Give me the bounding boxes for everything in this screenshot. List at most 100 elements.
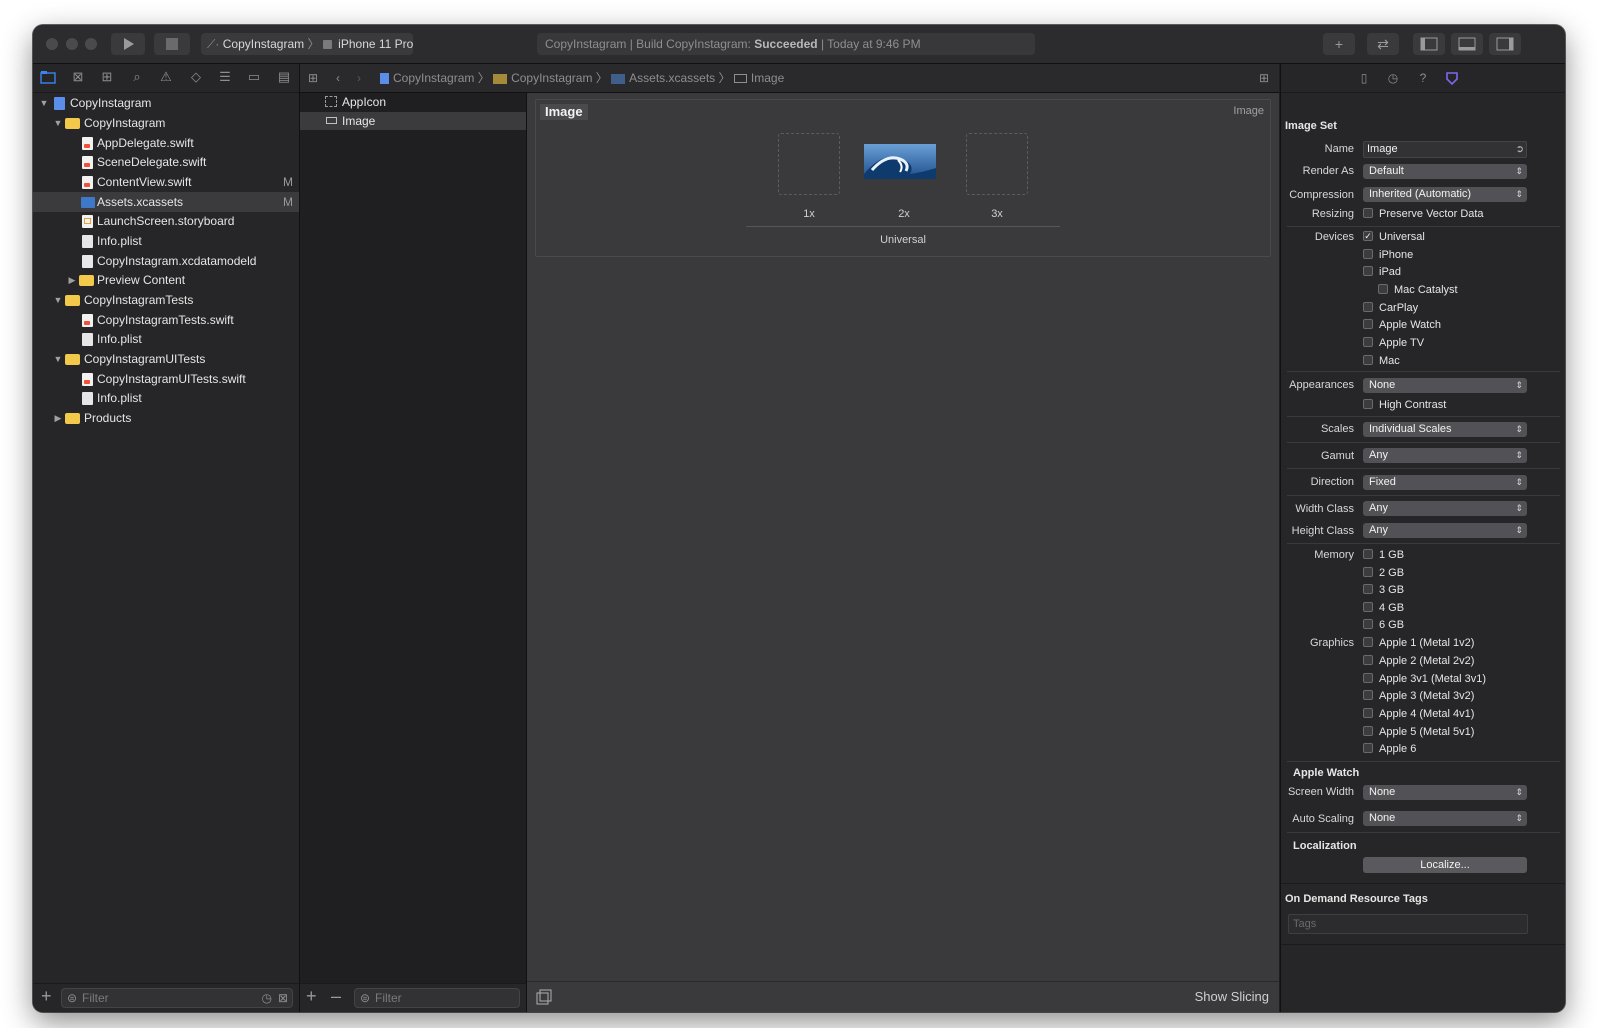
checkbox[interactable]	[1363, 602, 1373, 613]
tree-item-project[interactable]: ▼ CopyInstagram	[33, 93, 299, 113]
breakpoint-icon[interactable]: ▭	[246, 69, 262, 85]
test-icon[interactable]: ◇	[188, 69, 204, 85]
slot-2x[interactable]	[864, 133, 936, 195]
graphics-checkbox[interactable]: Apple 5 (Metal 5v1)	[1363, 724, 1474, 740]
add-editor-icon[interactable]: ⊞	[1259, 64, 1269, 92]
search-icon[interactable]: ⌕	[129, 69, 145, 85]
toggle-inspector-button[interactable]	[1489, 33, 1521, 55]
checkbox[interactable]	[1378, 284, 1388, 295]
device-mac-catalyst-checkbox[interactable]: Mac Catalyst	[1378, 282, 1458, 298]
checkbox[interactable]	[1363, 619, 1373, 630]
breadcrumb-item[interactable]: CopyInstagram	[393, 71, 474, 85]
breadcrumb-item[interactable]: CopyInstagram	[511, 71, 592, 85]
asset-item-image[interactable]: Image	[300, 112, 526, 130]
gamut-popup[interactable]: Any ⇕	[1363, 448, 1527, 463]
checkbox[interactable]	[1363, 355, 1373, 366]
tree-item-file-selected[interactable]: Assets.xcassets M	[33, 192, 299, 212]
history-inspector-icon[interactable]: ◷	[1385, 70, 1401, 86]
show-slicing-button[interactable]: Show Slicing	[1195, 989, 1269, 1004]
direction-popup[interactable]: Fixed ⇕	[1363, 475, 1527, 490]
name-field[interactable]: Image ➲	[1363, 141, 1527, 158]
tree-item-group[interactable]: ▶ Products	[33, 408, 299, 428]
device-apple-tv-checkbox[interactable]: Apple TV	[1363, 335, 1424, 351]
graphics-checkbox[interactable]: Apple 1 (Metal 1v2)	[1363, 635, 1474, 651]
height-class-popup[interactable]: Any ⇕	[1363, 523, 1527, 538]
scheme-selector[interactable]: ⟋· CopyInstagram 〉 iPhone 11 Pro	[201, 33, 413, 55]
device-ipad-checkbox[interactable]: iPad	[1363, 264, 1401, 280]
recent-files-icon[interactable]: ◷	[262, 989, 272, 1007]
memory-1gb-checkbox[interactable]: 1 GB	[1363, 547, 1404, 563]
toggle-debug-area-button[interactable]	[1451, 33, 1483, 55]
width-class-popup[interactable]: Any ⇕	[1363, 501, 1527, 516]
warning-icon[interactable]: ⚠	[158, 69, 174, 85]
asset-filter-input[interactable]: ⊜ Filter	[354, 988, 520, 1008]
checkbox[interactable]	[1363, 399, 1373, 410]
add-file-button[interactable]: +	[41, 986, 52, 1007]
checkbox[interactable]	[1363, 637, 1373, 648]
tree-item-file[interactable]: AppDelegate.swift	[33, 133, 299, 153]
code-review-button[interactable]: ⇄	[1367, 33, 1399, 55]
tree-item-file[interactable]: CopyInstagram.xcdatamodeld	[33, 251, 299, 271]
memory-6gb-checkbox[interactable]: 6 GB	[1363, 617, 1404, 633]
tree-item-file[interactable]: Info.plist	[33, 231, 299, 251]
device-apple-watch-checkbox[interactable]: Apple Watch	[1363, 317, 1441, 333]
checkbox[interactable]	[1363, 567, 1373, 578]
related-items-icon[interactable]: ⊞	[308, 64, 318, 92]
graphics-checkbox[interactable]: Apple 2 (Metal 2v2)	[1363, 653, 1474, 669]
tree-item-file[interactable]: Info.plist	[33, 329, 299, 349]
device-carplay-checkbox[interactable]: CarPlay	[1363, 300, 1418, 316]
graphics-checkbox[interactable]: Apple 4 (Metal 4v1)	[1363, 706, 1474, 722]
checkbox[interactable]	[1363, 208, 1373, 219]
compression-popup[interactable]: Inherited (Automatic) ⇕	[1363, 187, 1527, 202]
checkmark-icon[interactable]: ✓	[1363, 231, 1373, 242]
stop-button[interactable]	[154, 33, 190, 55]
checkbox[interactable]	[1363, 726, 1373, 737]
back-button[interactable]: ‹	[336, 64, 340, 92]
asset-item-appicon[interactable]: AppIcon	[300, 93, 526, 111]
forward-button[interactable]: ›	[357, 64, 361, 92]
add-asset-button[interactable]: +	[306, 986, 317, 1007]
source-control-icon[interactable]: ⊠	[70, 69, 86, 85]
close-window-button[interactable]	[46, 38, 58, 50]
minimize-window-button[interactable]	[66, 38, 78, 50]
file-inspector-icon[interactable]: ▯	[1356, 70, 1372, 86]
checkbox[interactable]	[1363, 690, 1373, 701]
toggle-navigator-button[interactable]	[1413, 33, 1445, 55]
memory-2gb-checkbox[interactable]: 2 GB	[1363, 565, 1404, 581]
source-control-filter-icon[interactable]: ⊠	[278, 989, 288, 1007]
auto-scaling-popup[interactable]: None ⇕	[1363, 811, 1527, 826]
memory-3gb-checkbox[interactable]: 3 GB	[1363, 582, 1404, 598]
checkbox[interactable]	[1363, 302, 1373, 313]
tree-item-file[interactable]: CopyInstagramTests.swift	[33, 310, 299, 330]
library-button[interactable]: +	[1323, 33, 1355, 55]
checkbox[interactable]	[1363, 655, 1373, 666]
scales-popup[interactable]: Individual Scales ⇕	[1363, 422, 1527, 437]
device-iphone-checkbox[interactable]: iPhone	[1363, 247, 1413, 263]
preserve-vector-checkbox[interactable]: Preserve Vector Data	[1363, 206, 1484, 222]
tree-item-group[interactable]: ▶ Preview Content	[33, 270, 299, 290]
tree-item-group[interactable]: ▼ CopyInstagramTests	[33, 290, 299, 310]
symbol-icon[interactable]: ⊞	[99, 69, 115, 85]
graphics-checkbox[interactable]: Apple 3v1 (Metal 3v1)	[1363, 671, 1486, 687]
checkbox[interactable]	[1363, 673, 1373, 684]
run-button[interactable]	[111, 33, 145, 55]
tree-item-file[interactable]: Info.plist	[33, 388, 299, 408]
tree-item-file[interactable]: ContentView.swift M	[33, 172, 299, 192]
disclosure-down-icon[interactable]: ▼	[53, 290, 63, 310]
tree-item-group[interactable]: ▼ CopyInstagramUITests	[33, 349, 299, 369]
checkbox[interactable]	[1363, 337, 1373, 348]
graphics-checkbox[interactable]: Apple 6	[1363, 741, 1416, 757]
tree-item-file[interactable]: LaunchScreen.storyboard	[33, 211, 299, 231]
debug-icon[interactable]: ☰	[217, 69, 233, 85]
quick-help-icon[interactable]: ?	[1415, 70, 1431, 86]
memory-4gb-checkbox[interactable]: 4 GB	[1363, 600, 1404, 616]
disclosure-right-icon[interactable]: ▶	[67, 270, 77, 290]
screen-width-popup[interactable]: None ⇕	[1363, 785, 1527, 800]
remove-asset-button[interactable]: –	[331, 986, 341, 1007]
arrow-circle-icon[interactable]: ➲	[1516, 142, 1524, 157]
checkbox[interactable]	[1363, 549, 1373, 560]
tree-item-group[interactable]: ▼ CopyInstagram	[33, 113, 299, 133]
navigator-filter-input[interactable]: ⊜ Filter ◷ ⊠	[61, 988, 293, 1008]
device-universal-checkbox[interactable]: ✓ Universal	[1363, 229, 1425, 245]
checkbox[interactable]	[1363, 584, 1373, 595]
